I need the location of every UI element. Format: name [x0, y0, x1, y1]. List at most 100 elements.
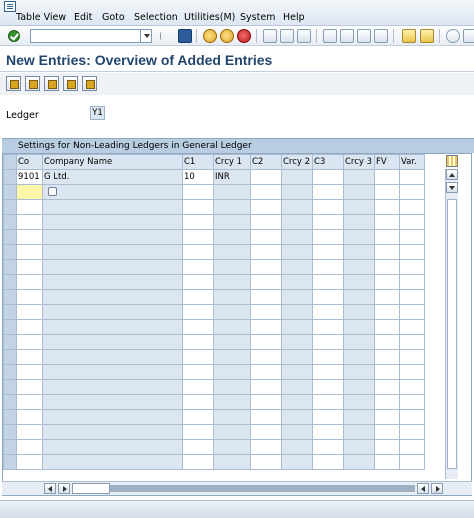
- cell-co[interactable]: [16, 424, 43, 440]
- cell-fv[interactable]: [374, 229, 400, 245]
- cell-c3[interactable]: [312, 334, 344, 350]
- find-next-icon[interactable]: [297, 29, 311, 43]
- cell-co[interactable]: [16, 304, 43, 320]
- cell-c3[interactable]: [312, 289, 344, 305]
- select-block-icon[interactable]: [63, 76, 78, 91]
- next-page-icon[interactable]: [357, 29, 371, 43]
- cell-c2[interactable]: [250, 394, 282, 410]
- first-page-icon[interactable]: [323, 29, 337, 43]
- customize-layout-icon[interactable]: [463, 29, 474, 43]
- row-selector[interactable]: [3, 409, 17, 425]
- row-selector[interactable]: [3, 334, 17, 350]
- col-header-var[interactable]: Var.: [399, 154, 425, 170]
- row-selector[interactable]: [3, 229, 17, 245]
- cancel-icon[interactable]: [237, 29, 251, 43]
- cell-fv[interactable]: [374, 364, 400, 380]
- find-icon[interactable]: [280, 29, 294, 43]
- cell-c3[interactable]: [312, 319, 344, 335]
- cell-c3[interactable]: [312, 424, 344, 440]
- cell-c2[interactable]: [250, 379, 282, 395]
- window-menu-icon[interactable]: [4, 1, 16, 12]
- delete-icon[interactable]: [25, 76, 40, 91]
- cell-co[interactable]: [16, 394, 43, 410]
- cell-c2[interactable]: [250, 334, 282, 350]
- cell-var[interactable]: [399, 214, 425, 230]
- cell-fv[interactable]: [374, 424, 400, 440]
- cell-c1[interactable]: [182, 274, 214, 290]
- cell-c2[interactable]: [250, 184, 282, 200]
- back-icon[interactable]: [203, 29, 217, 43]
- cell-co[interactable]: [16, 364, 43, 380]
- cell-c3[interactable]: [312, 349, 344, 365]
- col-header-co[interactable]: Co: [16, 154, 43, 170]
- help-icon[interactable]: [446, 29, 460, 43]
- cell-c1[interactable]: [182, 214, 214, 230]
- cell-fv[interactable]: [374, 244, 400, 260]
- menu-edit[interactable]: Edit: [74, 12, 92, 23]
- cell-co[interactable]: 9101: [16, 169, 43, 185]
- cell-c2[interactable]: [250, 274, 282, 290]
- enter-icon[interactable]: [8, 30, 20, 42]
- cell-c1[interactable]: [182, 244, 214, 260]
- menu-goto[interactable]: Goto: [102, 12, 125, 23]
- change-display-icon[interactable]: [6, 76, 21, 91]
- cell-var[interactable]: [399, 334, 425, 350]
- cell-var[interactable]: [399, 394, 425, 410]
- cell-fv[interactable]: [374, 274, 400, 290]
- row-selector[interactable]: [3, 319, 17, 335]
- cell-fv[interactable]: [374, 259, 400, 275]
- cell-c2[interactable]: [250, 244, 282, 260]
- row-selector[interactable]: [3, 214, 17, 230]
- cell-co[interactable]: [16, 439, 43, 455]
- menu-help[interactable]: Help: [283, 12, 305, 23]
- cell-c3[interactable]: [312, 364, 344, 380]
- cell-fv[interactable]: [374, 169, 400, 185]
- value-help-icon[interactable]: [48, 187, 57, 196]
- cell-c3[interactable]: [312, 229, 344, 245]
- cell-c1[interactable]: [182, 304, 214, 320]
- cell-c3[interactable]: [312, 274, 344, 290]
- shortcut-icon[interactable]: [420, 29, 434, 43]
- menu-utilities[interactable]: Utilities(M): [184, 12, 235, 23]
- select-all-cell[interactable]: [3, 154, 17, 170]
- row-selector[interactable]: [3, 244, 17, 260]
- previous-page-icon[interactable]: [340, 29, 354, 43]
- row-selector[interactable]: [3, 304, 17, 320]
- cell-co[interactable]: [16, 349, 43, 365]
- scroll-left-icon[interactable]: [44, 483, 56, 494]
- cell-c3[interactable]: [312, 199, 344, 215]
- col-header-crcy3[interactable]: Crcy 3: [343, 154, 375, 170]
- cell-c2[interactable]: [250, 454, 282, 470]
- select-all-icon[interactable]: [44, 76, 59, 91]
- cell-var[interactable]: [399, 274, 425, 290]
- cell-c1[interactable]: [182, 334, 214, 350]
- command-field[interactable]: [30, 29, 152, 43]
- cell-var[interactable]: [399, 364, 425, 380]
- cell-c1[interactable]: [182, 364, 214, 380]
- row-selector[interactable]: [3, 394, 17, 410]
- cell-c1[interactable]: [182, 439, 214, 455]
- cell-c1[interactable]: [182, 409, 214, 425]
- cell-c2[interactable]: [250, 424, 282, 440]
- horizontal-scroll-thumb[interactable]: [72, 483, 110, 494]
- cell-co[interactable]: [16, 289, 43, 305]
- cell-fv[interactable]: [374, 334, 400, 350]
- cell-c3[interactable]: [312, 439, 344, 455]
- cell-c3[interactable]: [312, 379, 344, 395]
- cell-var[interactable]: [399, 289, 425, 305]
- cell-var[interactable]: [399, 259, 425, 275]
- cell-fv[interactable]: [374, 349, 400, 365]
- cell-c1[interactable]: [182, 349, 214, 365]
- cell-co-input[interactable]: [16, 184, 43, 200]
- menu-system[interactable]: System: [240, 12, 275, 23]
- vertical-scroll-thumb[interactable]: [447, 199, 457, 469]
- cell-c3[interactable]: [312, 214, 344, 230]
- horizontal-scrollbar[interactable]: [2, 481, 472, 495]
- last-page-icon[interactable]: [374, 29, 388, 43]
- col-header-c1[interactable]: C1: [182, 154, 214, 170]
- cell-fv[interactable]: [374, 319, 400, 335]
- cell-fv[interactable]: [374, 454, 400, 470]
- scroll-right-icon[interactable]: [58, 483, 70, 494]
- cell-co[interactable]: [16, 274, 43, 290]
- horizontal-scroll-track[interactable]: [110, 485, 415, 492]
